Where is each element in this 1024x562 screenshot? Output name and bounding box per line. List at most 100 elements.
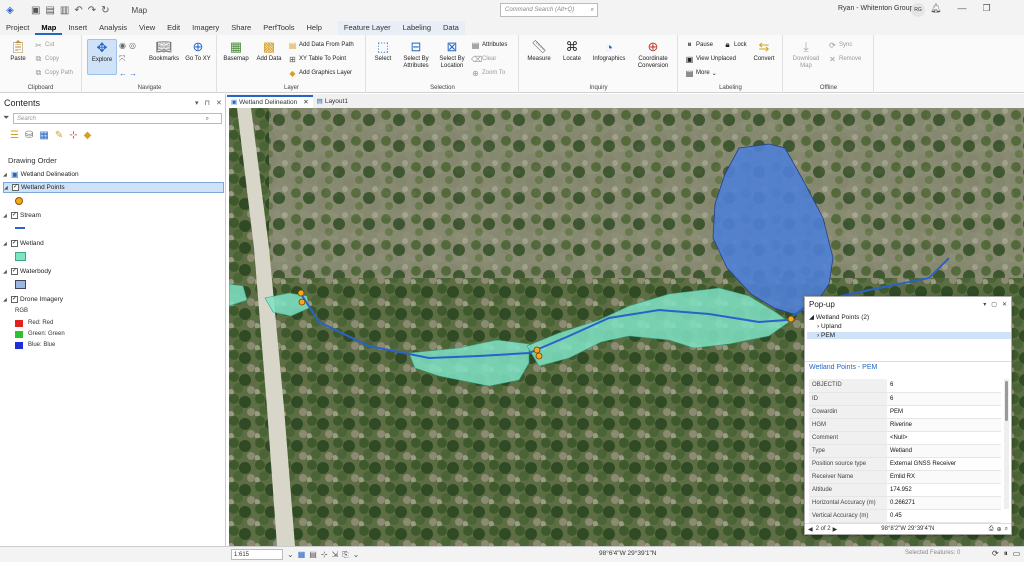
expand-arrow-icon[interactable]: ◢ [809, 314, 814, 321]
zoom-to-icon[interactable]: ⊕ [997, 526, 1002, 533]
go-to-xy-button[interactable]: ⊕ Go To XY [183, 39, 213, 63]
select-by-location-button[interactable]: ⊠ Select By Location [435, 39, 469, 70]
previous-feature-icon[interactable]: ◀ [808, 526, 813, 533]
correction-icon[interactable]: ⎘ [342, 550, 348, 560]
command-search-input[interactable]: Command Search (Alt+Q) ⌕ [500, 3, 598, 17]
avatar[interactable]: RG [911, 3, 925, 17]
copy-button[interactable]: ⧉ Copy [34, 54, 59, 64]
layer-visibility-checkbox[interactable]: ✓ [12, 184, 19, 191]
expand-arrow-icon[interactable]: ◢ [4, 185, 10, 191]
search-icon[interactable]: ⌕ [1005, 526, 1008, 533]
tab-perftools[interactable]: PerfTools [257, 21, 300, 35]
attributes-button[interactable]: ▤ Attributes [471, 40, 508, 50]
close-icon[interactable]: ✕ [216, 99, 222, 107]
popup-tree-item-pem[interactable]: › PEM [807, 332, 1011, 339]
popup-tree-item-upland[interactable]: › Upland [817, 323, 842, 330]
tab-map[interactable]: Map [35, 21, 63, 35]
display-icon[interactable]: ▭ [1013, 549, 1021, 559]
add-data-from-path-button[interactable]: ▤ Add Data From Path [288, 40, 354, 50]
layer-visibility-checkbox[interactable]: ✓ [11, 240, 18, 247]
minimize-icon[interactable]: — [957, 3, 966, 14]
tab-view[interactable]: View [133, 21, 161, 35]
auto-hide-icon[interactable]: ⊓ [205, 99, 210, 107]
list-by-editing-icon[interactable]: ✎ [55, 130, 63, 141]
tab-imagery[interactable]: Imagery [186, 21, 225, 35]
refresh-icon[interactable]: ↻ [101, 5, 109, 16]
pause-labeling-button[interactable]: ⏸︎ Pause [685, 40, 714, 50]
tab-layout1[interactable]: ▤ Layout1 [313, 95, 352, 108]
sync-button[interactable]: ⟳ Sync [828, 40, 852, 50]
options-chevron-icon[interactable]: ⌄ [353, 550, 360, 560]
list-by-drawing-order-icon[interactable]: ☰ [10, 130, 19, 141]
restore-icon[interactable]: ❐ [982, 3, 990, 14]
pane-options-icon[interactable]: ▾ [195, 99, 199, 107]
wetland-point[interactable] [297, 289, 305, 297]
tab-edit[interactable]: Edit [161, 21, 186, 35]
select-button[interactable]: ⬚ Select [368, 39, 398, 63]
scale-chevron-icon[interactable]: ⌄ [287, 550, 294, 560]
coordinate-conversion-button[interactable]: ⊕ Coordinate Conversion [632, 39, 674, 70]
expand-arrow-icon[interactable]: ◢ [3, 172, 9, 178]
popup-scrollbar[interactable] [1004, 379, 1009, 509]
select-by-attributes-button[interactable]: ⊟ Select By Attributes [399, 39, 433, 70]
options-icon[interactable]: ▾ [983, 301, 986, 308]
map-node[interactable]: ◢ ▣ Wetland Delineation [3, 169, 79, 180]
tab-data[interactable]: Data [437, 21, 465, 35]
scale-dropdown[interactable]: 1:615 [231, 549, 283, 560]
previous-extent-icon[interactable]: ← [119, 68, 127, 78]
popup-tree-root[interactable]: ◢ Wetland Points (2) [809, 313, 869, 321]
close-icon[interactable]: ✕ [303, 98, 308, 106]
layer-visibility-checkbox[interactable]: ✓ [11, 268, 18, 275]
download-map-button[interactable]: ⤓ Download Map [788, 39, 824, 70]
expand-arrow-icon[interactable]: ◢ [3, 297, 9, 303]
list-by-data-source-icon[interactable]: ⛁ [25, 130, 33, 141]
full-extent-icon[interactable]: ◉ [119, 40, 126, 50]
list-by-labeling-icon[interactable]: ◆ [84, 130, 92, 141]
layer-visibility-checkbox[interactable]: ✓ [11, 296, 18, 303]
filter-icon[interactable]: ⏷ [3, 113, 13, 123]
fixed-zoom-icon[interactable]: ⤧ [119, 54, 125, 64]
next-feature-icon[interactable]: ▶ [833, 526, 838, 533]
list-by-snapping-icon[interactable]: ⊹ [69, 130, 77, 141]
basemap-button[interactable]: ▦ Basemap [221, 39, 251, 63]
layer-drone-imagery[interactable]: ◢ ✓ Drone Imagery [3, 294, 63, 305]
tab-project[interactable]: Project [0, 21, 35, 35]
infographics-button[interactable]: ◔ Infographics [590, 39, 628, 63]
tab-insert[interactable]: Insert [62, 21, 93, 35]
contents-search-input[interactable]: Search ⌕ [13, 112, 222, 124]
view-unplaced-button[interactable]: ▣ View Unplaced [685, 54, 736, 64]
measure-button[interactable]: 📏︎ Measure [524, 39, 554, 63]
tab-feature-layer[interactable]: Feature Layer [338, 21, 397, 35]
pause-drawing-icon[interactable]: ⏸︎ [1004, 549, 1008, 559]
new-project-icon[interactable]: ▣ [31, 5, 40, 16]
cut-button[interactable]: ✂ Cut [34, 40, 54, 50]
redo-icon[interactable]: ↷ [88, 5, 96, 16]
close-icon[interactable]: ✕ [1002, 301, 1007, 308]
table-icon[interactable]: ▤ [309, 550, 317, 560]
maximize-icon[interactable]: ▢ [991, 301, 997, 308]
copy-path-button[interactable]: ⧉ Copy Path [34, 68, 73, 78]
xy-table-to-point-button[interactable]: ⊞ XY Table To Point [288, 54, 346, 64]
wetland-point[interactable] [787, 315, 795, 323]
open-project-icon[interactable]: ▤ [45, 5, 54, 16]
constraints-icon[interactable]: ⇲ [332, 550, 339, 560]
clear-button[interactable]: ⌫ Clear [471, 54, 496, 64]
layer-wetland-points[interactable]: ◢ ✓ Wetland Points [3, 182, 224, 193]
snapping-icon[interactable]: ⊹ [321, 550, 328, 560]
tab-share[interactable]: Share [225, 21, 257, 35]
tab-help[interactable]: Help [300, 21, 327, 35]
layer-stream[interactable]: ◢ ✓ Stream [3, 210, 41, 221]
layer-waterbody[interactable]: ◢ ✓ Waterbody [3, 266, 51, 277]
layer-visibility-checkbox[interactable]: ✓ [11, 212, 18, 219]
user-name[interactable]: Ryan - Whitenton Group [838, 5, 913, 12]
next-extent-icon[interactable]: → [129, 68, 137, 78]
expand-arrow-icon[interactable]: ◢ [3, 269, 9, 275]
tab-wetland-delineation[interactable]: ▣ Wetland Delineation ✕ [227, 94, 313, 108]
add-data-button[interactable]: ▩ Add Data [254, 39, 284, 63]
wetland-point[interactable] [298, 298, 306, 306]
list-by-selection-icon[interactable]: ▦ [39, 130, 48, 141]
notifications-icon[interactable]: 🔔︎ [930, 3, 941, 14]
bookmarks-button[interactable]: 📖︎ Bookmarks [147, 39, 181, 63]
undo-icon[interactable]: ↶ [74, 5, 82, 16]
add-graphics-layer-button[interactable]: ◆ Add Graphics Layer [288, 68, 352, 78]
